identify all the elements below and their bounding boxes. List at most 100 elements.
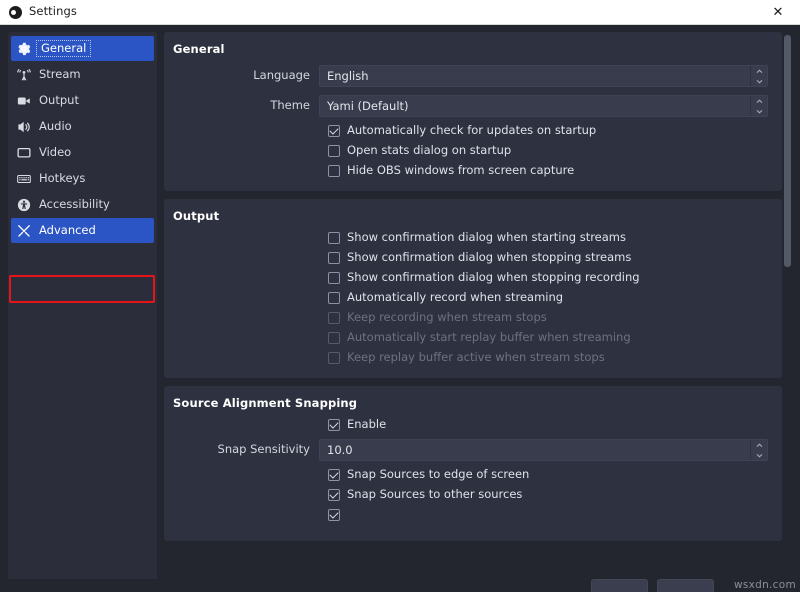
tools-icon: [17, 224, 31, 238]
sidebar-item-label: Accessibility: [39, 199, 110, 211]
sidebar-item-label: Audio: [39, 121, 72, 133]
checkbox-confirm-stop-recording[interactable]: Show confirmation dialog when stopping r…: [173, 272, 768, 284]
settings-sidebar: General Stream: [8, 32, 157, 592]
sidebar-item-label: Video: [39, 147, 71, 159]
checkbox-confirm-stop-stream[interactable]: Show confirmation dialog when stopping s…: [173, 252, 768, 264]
checkbox-label: Snap Sources to other sources: [347, 489, 522, 501]
sidebar-item-hotkeys[interactable]: Hotkeys: [11, 166, 154, 191]
snap-sensitivity-spinbox[interactable]: 10.0: [319, 439, 768, 461]
checkbox-snap-to-other-sources[interactable]: Snap Sources to other sources: [173, 489, 768, 501]
checkbox-label: Enable: [347, 419, 386, 431]
checkbox-label: Automatically record when streaming: [347, 292, 563, 304]
checkbox-auto-start-replay-buffer: Automatically start replay buffer when s…: [173, 332, 768, 344]
keyboard-icon: [17, 172, 31, 186]
checkbox-label: Keep recording when stream stops: [347, 312, 547, 324]
checkbox-label: Automatically start replay buffer when s…: [347, 332, 631, 344]
footer-button-1[interactable]: [591, 579, 648, 592]
theme-row: Theme Yami (Default): [173, 95, 768, 117]
sidebar-item-audio[interactable]: Audio: [11, 114, 154, 139]
chevron-up-icon[interactable]: [751, 66, 767, 76]
sidebar-item-stream[interactable]: Stream: [11, 62, 154, 87]
chevron-down-icon[interactable]: [751, 450, 767, 460]
chevron-up-icon[interactable]: [751, 440, 767, 450]
sidebar-item-video[interactable]: Video: [11, 140, 154, 165]
checkbox-box[interactable]: [328, 292, 340, 304]
checkbox-confirm-start-stream[interactable]: Show confirmation dialog when starting s…: [173, 232, 768, 244]
checkbox-keep-replay-buffer-active: Keep replay buffer active when stream st…: [173, 352, 768, 364]
checkbox-box: [328, 332, 340, 344]
sidebar-item-general[interactable]: General: [11, 36, 154, 61]
checkbox-label: Hide OBS windows from screen capture: [347, 165, 574, 177]
checkbox-auto-record-when-streaming[interactable]: Automatically record when streaming: [173, 292, 768, 304]
advanced-annotation-box: [9, 275, 155, 303]
checkbox-box[interactable]: [328, 165, 340, 177]
settings-content-area: General Language English: [164, 32, 792, 592]
checkbox-snapping-enable[interactable]: Enable: [173, 419, 768, 431]
section-title: Source Alignment Snapping: [173, 396, 768, 410]
title-bar-left: Settings: [9, 6, 77, 19]
checkbox-keep-recording-when-stream-stops: Keep recording when stream stops: [173, 312, 768, 324]
theme-spinner[interactable]: [750, 96, 767, 116]
snap-sensitivity-spinner[interactable]: [750, 440, 767, 460]
sidebar-item-output[interactable]: Output: [11, 88, 154, 113]
theme-value: Yami (Default): [320, 96, 750, 116]
monitor-icon: [17, 146, 31, 160]
section-output: Output Show confirmation dialog when sta…: [164, 199, 782, 378]
checkbox-box[interactable]: [328, 509, 340, 521]
video-camera-icon: [17, 94, 31, 108]
accessibility-icon: [17, 198, 31, 212]
checkbox-box[interactable]: [328, 469, 340, 481]
checkbox-snap-to-edge-of-screen[interactable]: Snap Sources to edge of screen: [173, 469, 768, 481]
checkbox-box: [328, 312, 340, 324]
chevron-down-icon[interactable]: [751, 106, 767, 116]
speaker-icon: [17, 120, 31, 134]
theme-combobox[interactable]: Yami (Default): [319, 95, 768, 117]
gear-icon: [17, 42, 31, 56]
checkbox-auto-check-updates[interactable]: Automatically check for updates on start…: [173, 125, 768, 137]
checkbox-box[interactable]: [328, 232, 340, 244]
language-label: Language: [173, 70, 319, 82]
snap-sensitivity-row: Snap Sensitivity 10.0: [173, 439, 768, 461]
checkbox-box[interactable]: [328, 272, 340, 284]
language-value: English: [320, 66, 750, 86]
window-title: Settings: [29, 6, 77, 18]
snap-sensitivity-label: Snap Sensitivity: [173, 444, 319, 456]
sidebar-item-label: Output: [39, 95, 79, 107]
sidebar-item-accessibility[interactable]: Accessibility: [11, 192, 154, 217]
sidebar-item-label: Stream: [39, 69, 81, 81]
checkbox-open-stats-dialog[interactable]: Open stats dialog on startup: [173, 145, 768, 157]
chevron-down-icon[interactable]: [751, 76, 767, 86]
section-title: Output: [173, 209, 768, 223]
checkbox-box[interactable]: [328, 125, 340, 137]
checkbox-label: Snap Sources to edge of screen: [347, 469, 529, 481]
vertical-scrollbar[interactable]: [783, 32, 792, 592]
language-spinner[interactable]: [750, 66, 767, 86]
scrollbar-thumb[interactable]: [784, 35, 791, 267]
checkbox-label: Open stats dialog on startup: [347, 145, 511, 157]
language-combobox[interactable]: English: [319, 65, 768, 87]
checkbox-label: Automatically check for updates on start…: [347, 125, 596, 137]
broadcast-icon: [17, 68, 31, 82]
checkbox-box: [328, 352, 340, 364]
sidebar-item-label: General: [39, 43, 88, 55]
snap-sensitivity-value[interactable]: 10.0: [320, 440, 750, 460]
dialog-footer: [0, 579, 800, 592]
sidebar-item-advanced[interactable]: Advanced: [11, 218, 154, 243]
footer-button-2[interactable]: [657, 579, 714, 592]
checkbox-snapping-extra[interactable]: [173, 509, 768, 521]
checkbox-hide-obs-windows[interactable]: Hide OBS windows from screen capture: [173, 165, 768, 177]
checkbox-box[interactable]: [328, 145, 340, 157]
section-source-alignment-snapping: Source Alignment Snapping Enable Snap Se…: [164, 386, 782, 541]
checkbox-box[interactable]: [328, 489, 340, 501]
checkbox-box[interactable]: [328, 252, 340, 264]
sidebar-item-label: Hotkeys: [39, 173, 85, 185]
checkbox-label: Keep replay buffer active when stream st…: [347, 352, 605, 364]
obs-logo-icon: [9, 6, 22, 19]
checkbox-box[interactable]: [328, 419, 340, 431]
checkbox-label: Show confirmation dialog when stopping s…: [347, 252, 631, 264]
checkbox-label: Show confirmation dialog when starting s…: [347, 232, 626, 244]
checkbox-label: Show confirmation dialog when stopping r…: [347, 272, 640, 284]
close-icon[interactable]: ✕: [756, 0, 800, 25]
section-general: General Language English: [164, 32, 782, 191]
chevron-up-icon[interactable]: [751, 96, 767, 106]
